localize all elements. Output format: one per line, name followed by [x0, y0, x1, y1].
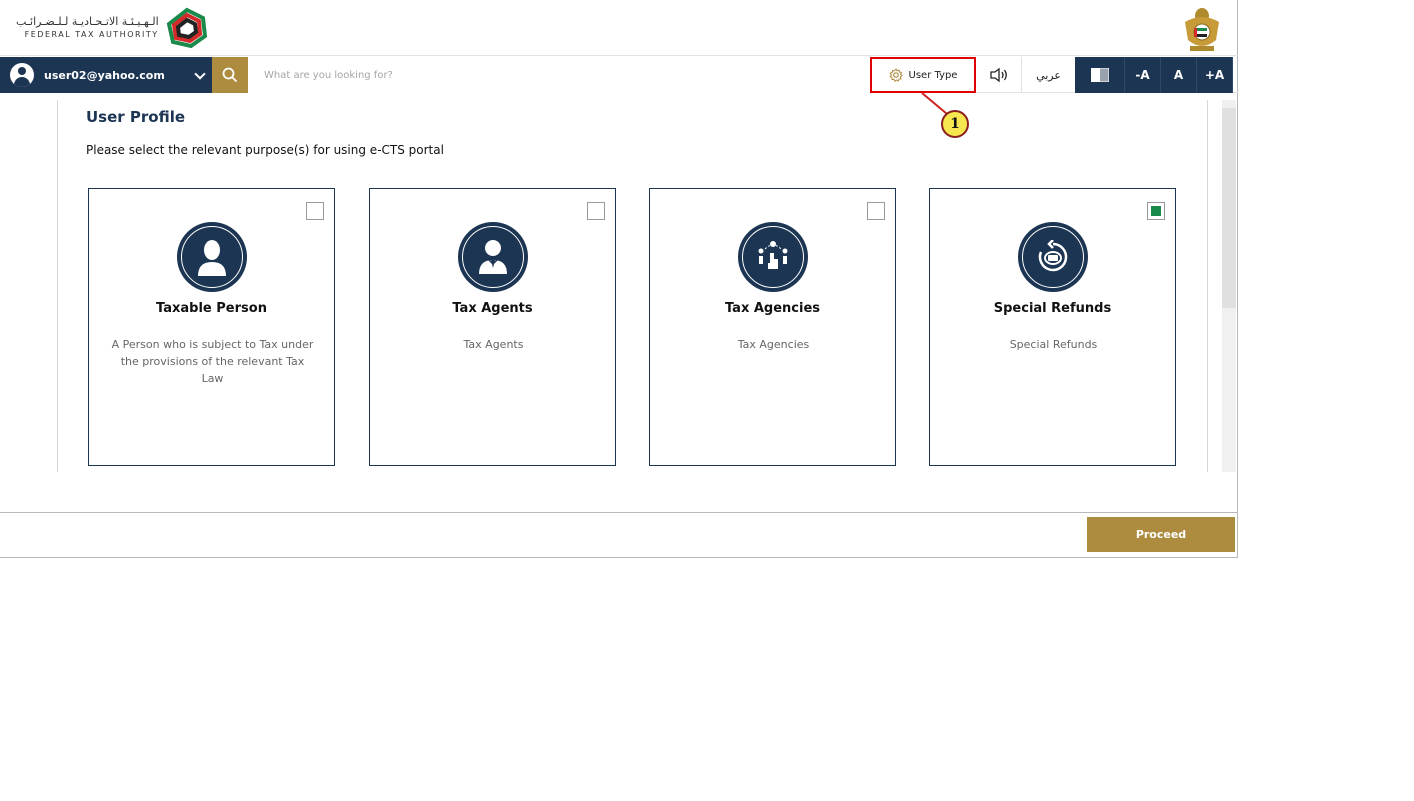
- agency-icon: [738, 222, 808, 292]
- agent-icon: [458, 222, 528, 292]
- card-description: Tax Agents: [463, 338, 524, 351]
- uae-emblem-icon: [1185, 8, 1219, 51]
- refund-icon: [1018, 222, 1088, 292]
- font-increase-button[interactable]: +A: [1197, 57, 1233, 93]
- page-subtitle: Please select the relevant purpose(s) fo…: [86, 143, 444, 157]
- audio-button[interactable]: [976, 57, 1022, 93]
- logo-bar: الـهـيـئـة الاتـحـاديـة لـلـضـرائـب FEDE…: [0, 0, 1238, 56]
- person-icon: [177, 222, 247, 292]
- chevron-down-icon: [194, 68, 206, 80]
- page-title: User Profile: [86, 108, 186, 126]
- user-email: user02@yahoo.com: [44, 68, 165, 82]
- checkbox-tax-agencies[interactable]: [867, 202, 885, 220]
- card-title: Tax Agencies: [724, 301, 821, 316]
- scrollbar[interactable]: [1222, 100, 1236, 472]
- contrast-button[interactable]: [1075, 57, 1125, 93]
- card-taxable-person[interactable]: Taxable Person A Person who is subject t…: [88, 188, 335, 466]
- user-type-button[interactable]: User Type: [870, 57, 976, 93]
- nav-bar: user02@yahoo.com User Type عربي: [0, 57, 1238, 93]
- org-name-english: FEDERAL TAX AUTHORITY: [24, 30, 159, 39]
- user-avatar-icon: [10, 63, 34, 87]
- card-title: Tax Agents: [452, 301, 533, 316]
- checkbox-special-refunds[interactable]: [1147, 202, 1165, 220]
- card-title: Special Refunds: [993, 301, 1112, 316]
- footer-bar: Proceed: [0, 512, 1238, 558]
- checkbox-tax-agents[interactable]: [587, 202, 605, 220]
- checkbox-taxable-person[interactable]: [306, 202, 324, 220]
- contrast-icon: [1090, 68, 1109, 82]
- language-toggle[interactable]: عربي: [1022, 57, 1075, 93]
- search-button[interactable]: [212, 57, 248, 93]
- user-type-label: User Type: [908, 69, 958, 81]
- fta-logo[interactable]: الـهـيـئـة الاتـحـاديـة لـلـضـرائـب FEDE…: [16, 6, 209, 50]
- font-decrease-button[interactable]: -A: [1125, 57, 1161, 93]
- card-description: Tax Agencies: [737, 338, 810, 351]
- card-tax-agents[interactable]: Tax Agents Tax Agents: [369, 188, 616, 466]
- user-menu[interactable]: user02@yahoo.com: [0, 57, 212, 93]
- card-special-refunds[interactable]: Special Refunds Special Refunds: [929, 188, 1176, 466]
- search-icon: [222, 67, 238, 83]
- font-normal-button[interactable]: A: [1161, 57, 1197, 93]
- app-window: الـهـيـئـة الاتـحـاديـة لـلـضـرائـب FEDE…: [0, 0, 1238, 558]
- gear-icon: [888, 68, 903, 82]
- card-title: Taxable Person: [156, 301, 267, 316]
- proceed-button[interactable]: Proceed: [1087, 517, 1235, 552]
- card-description: Special Refunds: [1009, 338, 1098, 351]
- org-name-arabic: الـهـيـئـة الاتـحـاديـة لـلـضـرائـب: [16, 15, 159, 28]
- fta-emblem-icon: [166, 7, 207, 49]
- scrollbar-thumb[interactable]: [1222, 108, 1236, 308]
- speaker-icon: [989, 67, 1007, 83]
- search-input[interactable]: [248, 57, 870, 93]
- card-tax-agencies[interactable]: Tax Agencies Tax Agencies: [649, 188, 896, 466]
- card-description: A Person who is subject to Tax under the…: [111, 338, 314, 385]
